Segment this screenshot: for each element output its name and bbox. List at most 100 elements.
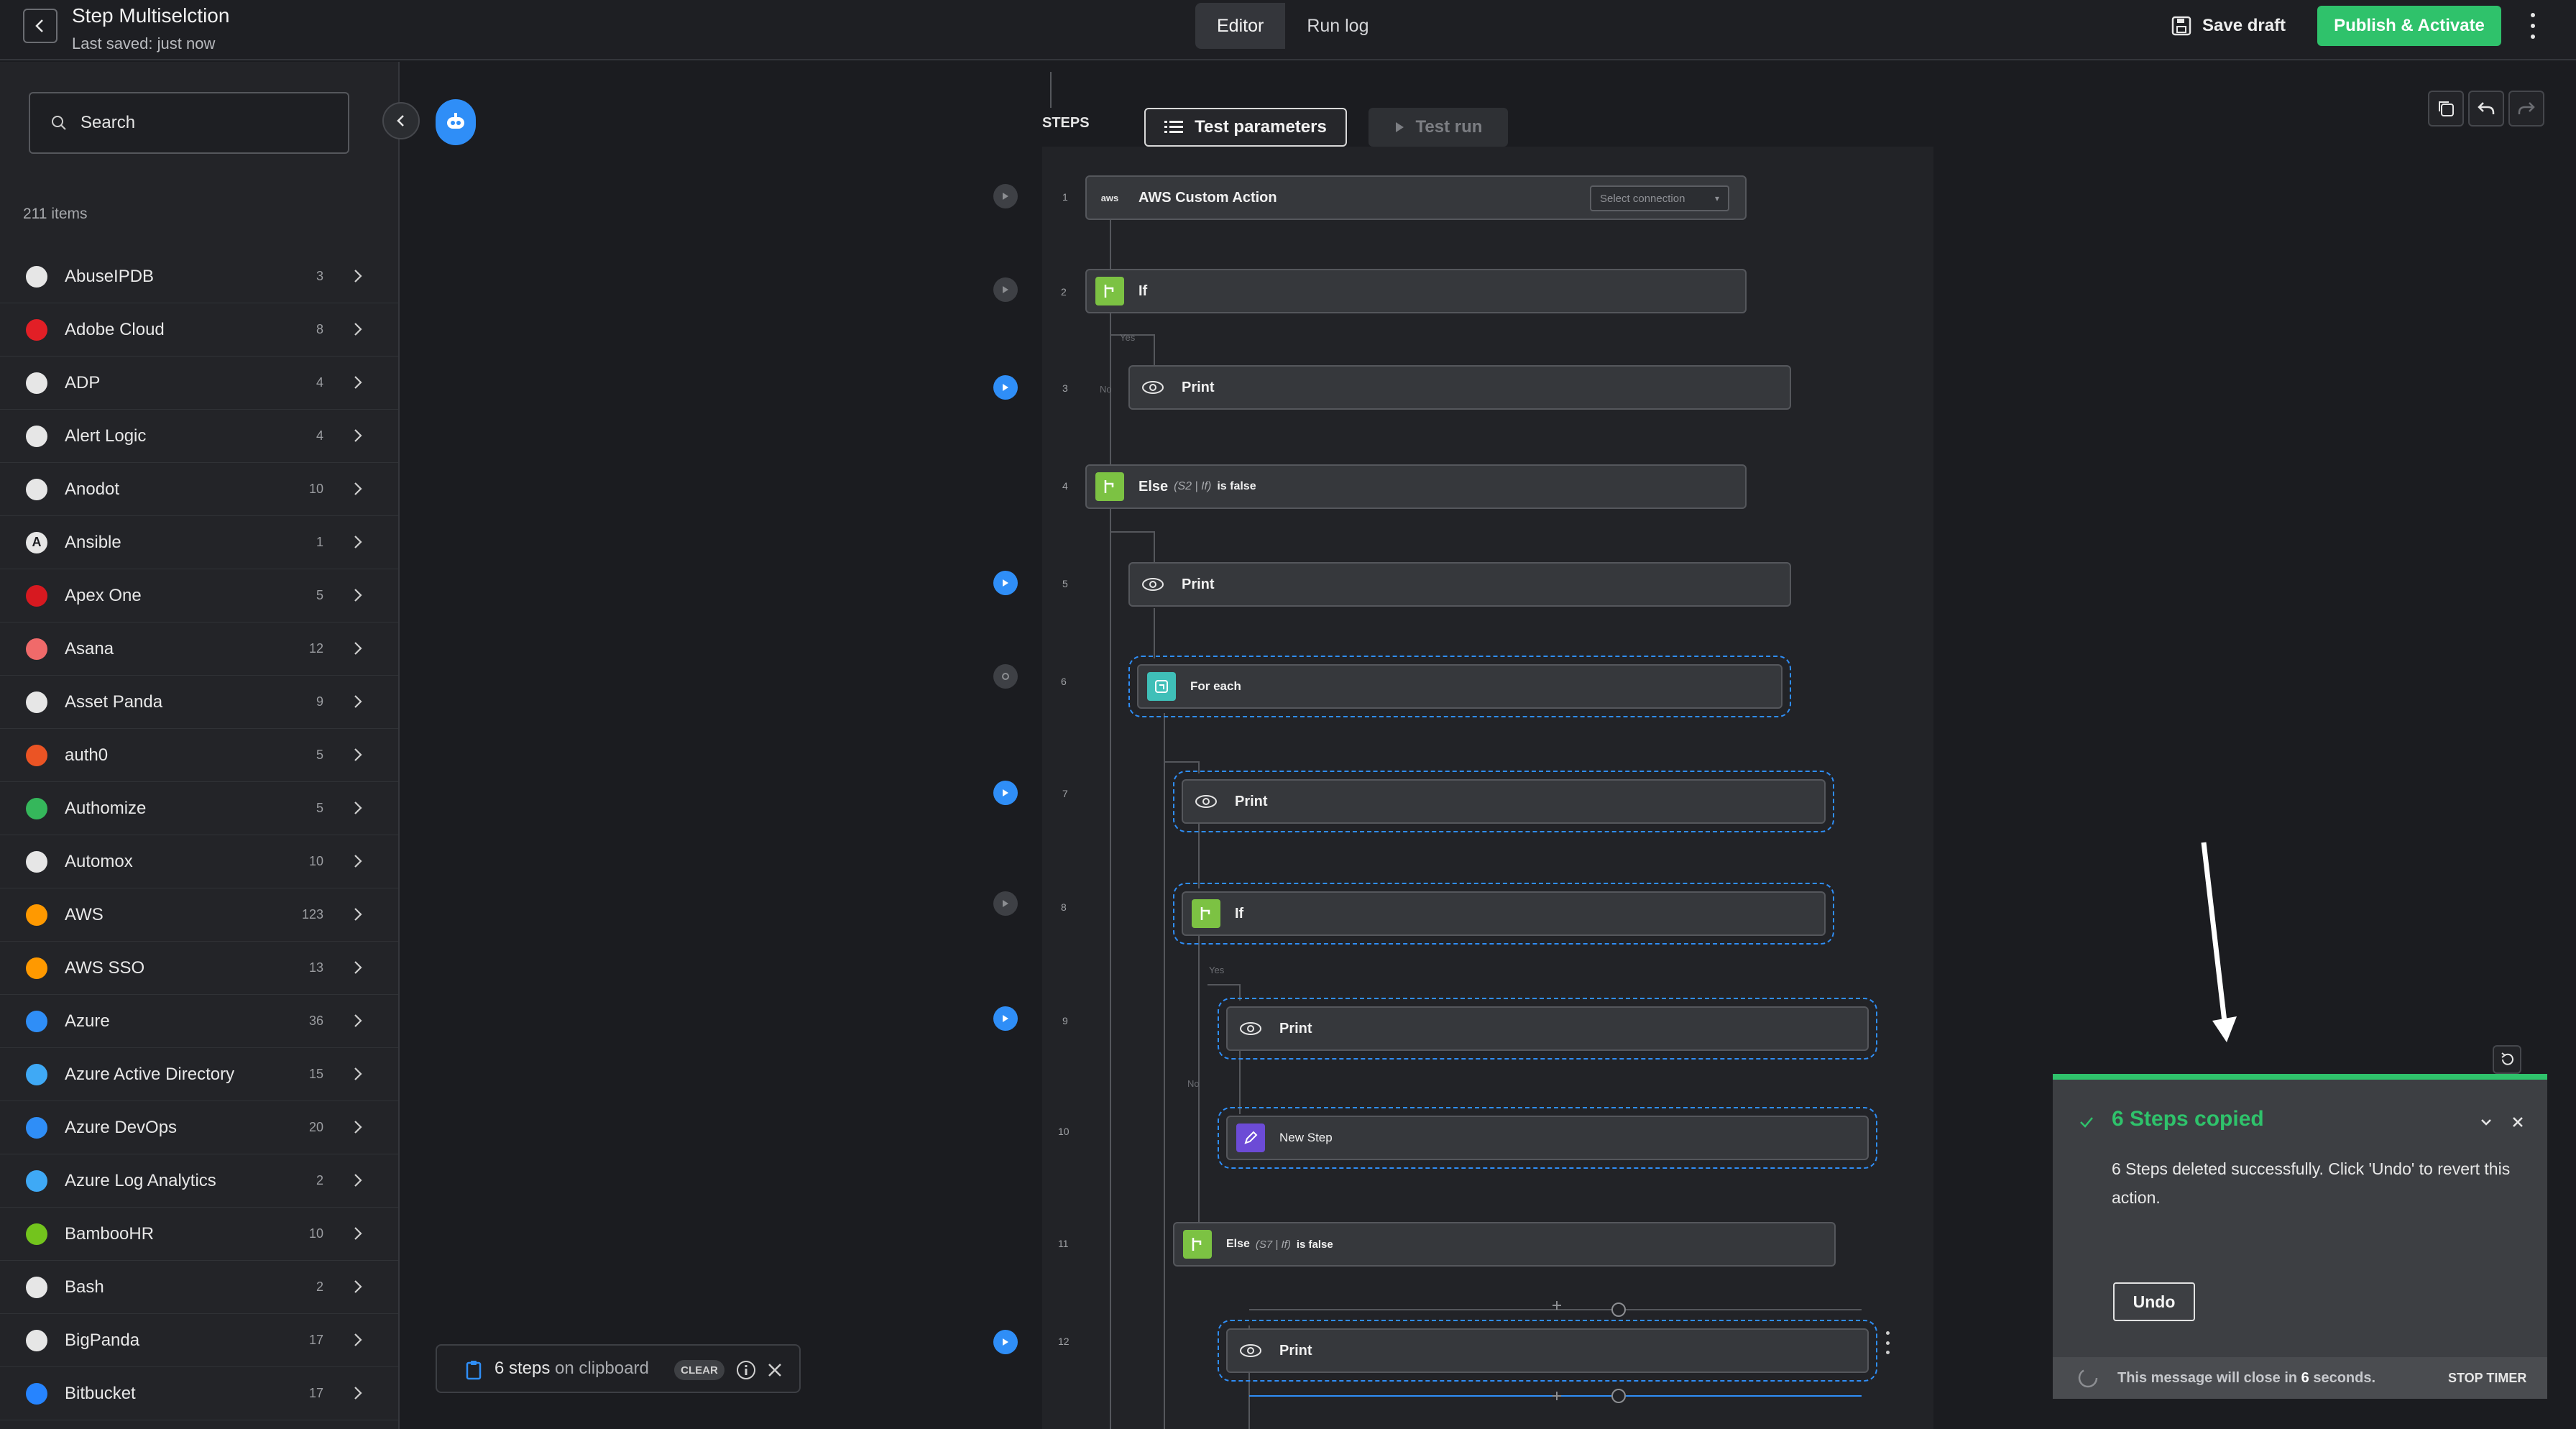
clear-clipboard-button[interactable]: CLEAR xyxy=(674,1360,724,1380)
sidebar-item-count: 1 xyxy=(316,535,323,549)
close-icon[interactable] xyxy=(2511,1116,2524,1129)
sidebar-item[interactable]: Azure DevOps 20 xyxy=(0,1101,398,1154)
collapse-sidebar-button[interactable] xyxy=(382,102,420,139)
run-step-button[interactable] xyxy=(993,781,1018,805)
sidebar-item[interactable]: Azure Active Directory 15 xyxy=(0,1048,398,1101)
tab-editor[interactable]: Editor xyxy=(1195,3,1286,49)
run-step-button[interactable] xyxy=(993,184,1018,208)
info-icon[interactable] xyxy=(736,1360,756,1380)
integrations-sidebar: Search 211 items AbuseIPDB 3 Adobe Cloud 8 A… xyxy=(0,62,400,1429)
sidebar-item[interactable]: Authomize 5 xyxy=(0,782,398,835)
step-options-icon[interactable] xyxy=(1886,1331,1892,1354)
integration-logo-icon xyxy=(26,691,47,713)
chevron-right-icon xyxy=(354,589,362,602)
last-saved-status: Last saved: just now xyxy=(72,35,216,52)
clipboard-status: 6 steps on clipboard xyxy=(494,1359,649,1378)
sidebar-item-count: 13 xyxy=(308,960,323,975)
step-card-9[interactable]: Print xyxy=(1218,998,1877,1060)
sidebar-item[interactable]: AWS 123 xyxy=(0,888,398,942)
sidebar-item[interactable]: Alert Logic 4 xyxy=(0,410,398,463)
step-card-5[interactable]: Print xyxy=(1128,562,1791,607)
run-step-button[interactable] xyxy=(993,1006,1018,1031)
integration-logo-icon xyxy=(26,957,47,979)
toast-message: 6 Steps deleted successfully. Click 'Und… xyxy=(2112,1159,2511,1207)
step-card-12[interactable]: Print xyxy=(1218,1320,1877,1382)
step-number: 11 xyxy=(1058,1238,1069,1249)
tab-run-log[interactable]: Run log xyxy=(1285,3,1390,49)
step-card-6[interactable]: For each xyxy=(1128,656,1791,717)
sidebar-item[interactable]: Bitbucket 17 xyxy=(0,1367,398,1420)
step-number: 10 xyxy=(1058,1126,1070,1137)
sidebar-item[interactable]: Apex One 5 xyxy=(0,569,398,622)
assistant-bot-button[interactable] xyxy=(436,99,476,145)
sidebar-item[interactable]: Bash 2 xyxy=(0,1261,398,1314)
sidebar-item-count: 10 xyxy=(308,1226,323,1241)
sidebar-item[interactable]: ADP 4 xyxy=(0,357,398,410)
sidebar-item[interactable]: BigPanda 17 xyxy=(0,1314,398,1367)
sidebar-item[interactable]: A Ansible 1 xyxy=(0,516,398,569)
sidebar-item-count: 36 xyxy=(308,1014,323,1028)
chevron-left-icon xyxy=(397,115,404,127)
sidebar-item[interactable]: Automox 10 xyxy=(0,835,398,888)
save-draft-label: Save draft xyxy=(2202,16,2286,35)
redo-icon[interactable] xyxy=(2508,91,2544,127)
sidebar-item[interactable]: Azure Log Analytics 2 xyxy=(0,1154,398,1208)
sidebar-item[interactable]: BambooHR 10 xyxy=(0,1208,398,1261)
more-menu-icon[interactable] xyxy=(2524,10,2542,42)
step-card-8[interactable]: If xyxy=(1173,883,1834,945)
back-button[interactable] xyxy=(23,9,58,43)
copy-icon[interactable] xyxy=(2428,91,2464,127)
sidebar-item[interactable]: AbuseIPDB 3 xyxy=(0,250,398,303)
sidebar-item[interactable]: Azure 36 xyxy=(0,995,398,1048)
sidebar-item-label: Ansible xyxy=(65,532,121,552)
step-card-4[interactable]: Else (S2 | If) is false xyxy=(1085,464,1747,509)
sidebar-item-label: Azure DevOps xyxy=(65,1117,178,1137)
step-card-3[interactable]: Print xyxy=(1128,365,1791,410)
list-icon xyxy=(1164,121,1184,133)
sidebar-item-label: auth0 xyxy=(65,745,109,765)
run-step-button[interactable] xyxy=(993,375,1018,400)
sidebar-item[interactable]: Asana 12 xyxy=(0,622,398,676)
step-card-11[interactable]: Else (S7 | If) is false xyxy=(1173,1222,1836,1267)
run-step-button[interactable] xyxy=(993,1330,1018,1354)
chevron-right-icon xyxy=(354,376,362,389)
sidebar-item-count: 4 xyxy=(316,428,323,443)
undo-button[interactable]: Undo xyxy=(2113,1282,2195,1321)
sidebar-item[interactable]: Asset Panda 9 xyxy=(0,676,398,729)
integration-logo-icon xyxy=(26,1329,47,1351)
chevron-down-icon[interactable] xyxy=(2478,1114,2494,1130)
toast-close-message: This message will close in 6 seconds. xyxy=(2117,1369,2376,1386)
publish-activate-button[interactable]: Publish & Activate xyxy=(2317,6,2501,46)
sidebar-item[interactable]: AWS SSO 13 xyxy=(0,942,398,995)
sidebar-item[interactable]: Anodot 10 xyxy=(0,463,398,516)
test-run-button[interactable]: Test run xyxy=(1368,108,1508,147)
search-input[interactable]: Search xyxy=(29,92,349,154)
save-draft-button[interactable]: Save draft xyxy=(2171,10,2286,42)
eye-icon xyxy=(1236,1014,1265,1043)
chevron-right-icon xyxy=(354,801,362,814)
run-step-button[interactable] xyxy=(993,571,1018,595)
stop-timer-button[interactable]: STOP TIMER xyxy=(2448,1371,2526,1386)
step-card-2[interactable]: If xyxy=(1085,269,1747,313)
step-card-10[interactable]: New Step xyxy=(1218,1107,1877,1169)
step-number: 1 xyxy=(1062,191,1068,203)
sidebar-item[interactable]: Adobe Cloud 8 xyxy=(0,303,398,357)
sidebar-item-label: BigPanda xyxy=(65,1330,140,1350)
branch-no-label: No xyxy=(1100,384,1112,395)
run-step-button[interactable] xyxy=(993,277,1018,302)
chevron-right-icon xyxy=(354,855,362,868)
step-card-7[interactable]: Print xyxy=(1173,771,1834,832)
run-step-button[interactable] xyxy=(993,891,1018,916)
integration-logo-icon xyxy=(26,1382,47,1405)
reset-icon[interactable] xyxy=(2493,1045,2521,1074)
branch-yes-label: Yes xyxy=(1120,332,1136,343)
select-connection-dropdown[interactable]: Select connection ▾ xyxy=(1590,185,1729,211)
search-icon xyxy=(52,116,66,130)
test-parameters-button[interactable]: Test parameters xyxy=(1144,108,1347,147)
undo-icon[interactable] xyxy=(2468,91,2504,127)
sidebar-item[interactable]: auth0 5 xyxy=(0,729,398,782)
close-icon[interactable] xyxy=(766,1361,783,1379)
chevron-right-icon xyxy=(354,429,362,442)
run-step-button[interactable] xyxy=(993,664,1018,689)
chevron-right-icon xyxy=(354,1280,362,1293)
